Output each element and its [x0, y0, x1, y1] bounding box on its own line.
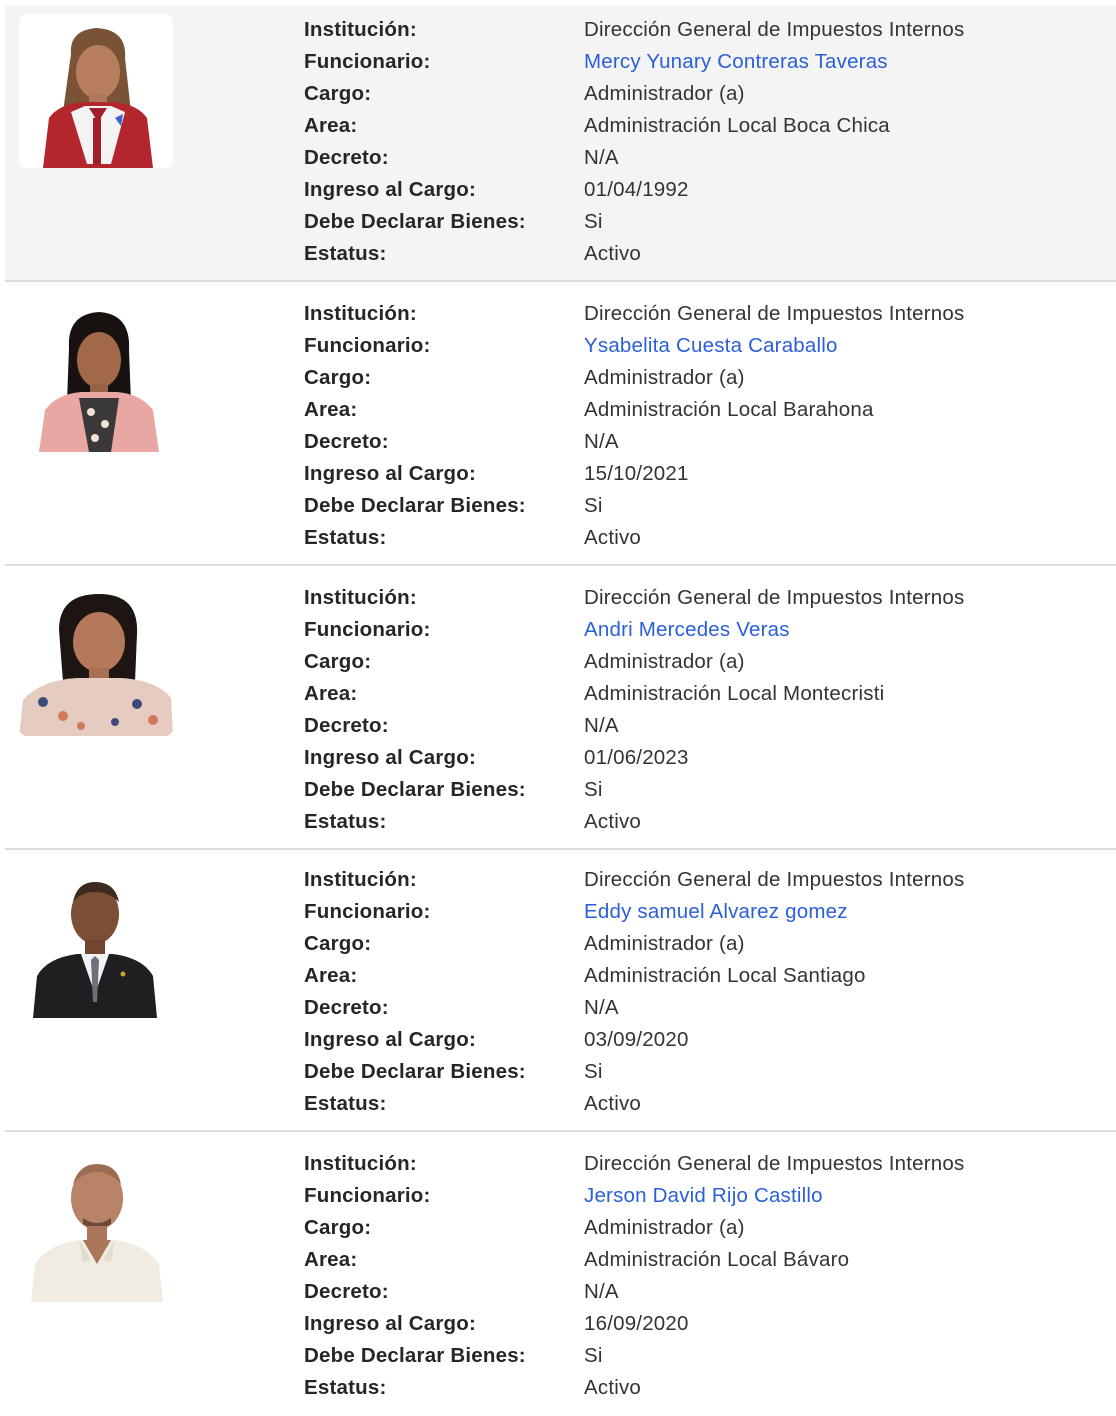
cargo-label: Cargo:	[304, 650, 372, 673]
record-divider	[5, 280, 1116, 282]
funcionario-link[interactable]: Jerson David Rijo Castillo	[584, 1182, 823, 1210]
official-photo	[19, 582, 173, 736]
institucion-value: Dirección General de Impuestos Internos	[584, 868, 965, 891]
official-record: Institución: Dirección General de Impuest…	[5, 290, 1116, 566]
area-label: Area:	[304, 1248, 358, 1271]
funcionario-label: Funcionario:	[304, 1184, 431, 1207]
area-label: Area:	[304, 114, 358, 137]
official-record: Institución: Dirección General de Impuest…	[5, 6, 1116, 282]
man-dark-suit-portrait-icon	[19, 864, 173, 1018]
institucion-value: Dirección General de Impuestos Internos	[584, 302, 965, 325]
declarar-label: Debe Declarar Bienes:	[304, 778, 526, 801]
declarar-value: Si	[584, 1060, 603, 1083]
official-record: Institución: Dirección General de Impuest…	[5, 574, 1116, 850]
area-label: Area:	[304, 398, 358, 421]
declarar-label: Debe Declarar Bienes:	[304, 210, 526, 233]
woman-pink-blazer-portrait-icon	[19, 298, 173, 452]
declarar-label: Debe Declarar Bienes:	[304, 1344, 526, 1367]
record-divider	[5, 564, 1116, 566]
woman-floral-blouse-portrait-icon	[19, 582, 173, 736]
area-label: Area:	[304, 682, 358, 705]
funcionario-link[interactable]: Eddy samuel Alvarez gomez	[584, 898, 848, 926]
ingreso-label: Ingreso al Cargo:	[304, 462, 476, 485]
ingreso-label: Ingreso al Cargo:	[304, 746, 476, 769]
cargo-value: Administrador (a)	[584, 650, 745, 673]
estatus-label: Estatus:	[304, 242, 387, 265]
ingreso-label: Ingreso al Cargo:	[304, 1028, 476, 1051]
cargo-value: Administrador (a)	[584, 82, 745, 105]
ingreso-value: 15/10/2021	[584, 462, 689, 485]
estatus-value: Activo	[584, 810, 642, 833]
area-value: Administración Local Barahona	[584, 398, 874, 421]
area-label: Area:	[304, 964, 358, 987]
decreto-label: Decreto:	[304, 146, 389, 169]
declarar-value: Si	[584, 494, 603, 517]
ingreso-value: 01/04/1992	[584, 178, 689, 201]
estatus-value: Activo	[584, 1092, 642, 1115]
declarar-label: Debe Declarar Bienes:	[304, 494, 526, 517]
estatus-label: Estatus:	[304, 1092, 387, 1115]
cargo-label: Cargo:	[304, 932, 372, 955]
ingreso-value: 16/09/2020	[584, 1312, 689, 1335]
declarar-label: Debe Declarar Bienes:	[304, 1060, 526, 1083]
area-value: Administración Local Bávaro	[584, 1248, 850, 1271]
area-value: Administración Local Santiago	[584, 964, 866, 987]
institucion-label: Institución:	[304, 1152, 417, 1175]
decreto-value: N/A	[584, 430, 619, 453]
decreto-value: N/A	[584, 146, 619, 169]
institucion-label: Institución:	[304, 302, 417, 325]
cargo-value: Administrador (a)	[584, 932, 745, 955]
decreto-label: Decreto:	[304, 714, 389, 737]
funcionario-link[interactable]: Andri Mercedes Veras	[584, 616, 790, 644]
estatus-label: Estatus:	[304, 526, 387, 549]
official-record: Institución: Dirección General de Impuest…	[5, 856, 1116, 1132]
official-photo	[19, 298, 173, 452]
cargo-label: Cargo:	[304, 366, 372, 389]
funcionario-label: Funcionario:	[304, 900, 431, 923]
official-photo	[19, 1148, 173, 1302]
institucion-label: Institución:	[304, 586, 417, 609]
ingreso-label: Ingreso al Cargo:	[304, 1312, 476, 1335]
institucion-value: Dirección General de Impuestos Internos	[584, 586, 965, 609]
ingreso-value: 03/09/2020	[584, 1028, 689, 1051]
cargo-value: Administrador (a)	[584, 1216, 745, 1239]
funcionario-label: Funcionario:	[304, 50, 431, 73]
estatus-label: Estatus:	[304, 1376, 387, 1399]
record-divider	[5, 848, 1116, 850]
estatus-value: Activo	[584, 1376, 642, 1399]
estatus-value: Activo	[584, 242, 642, 265]
institucion-label: Institución:	[304, 18, 417, 41]
decreto-label: Decreto:	[304, 1280, 389, 1303]
official-photo	[19, 14, 173, 168]
funcionario-label: Funcionario:	[304, 334, 431, 357]
declarar-value: Si	[584, 1344, 603, 1367]
ingreso-label: Ingreso al Cargo:	[304, 178, 476, 201]
estatus-label: Estatus:	[304, 810, 387, 833]
decreto-value: N/A	[584, 996, 619, 1019]
decreto-label: Decreto:	[304, 996, 389, 1019]
funcionario-link[interactable]: Ysabelita Cuesta Caraballo	[584, 332, 838, 360]
estatus-value: Activo	[584, 526, 642, 549]
woman-red-jacket-portrait-icon	[19, 14, 173, 168]
funcionario-link[interactable]: Mercy Yunary Contreras Taveras	[584, 48, 888, 76]
official-record: Institución: Dirección General de Impuest…	[5, 1140, 1116, 1416]
area-value: Administración Local Boca Chica	[584, 114, 890, 137]
decreto-value: N/A	[584, 714, 619, 737]
decreto-value: N/A	[584, 1280, 619, 1303]
decreto-label: Decreto:	[304, 430, 389, 453]
record-divider	[5, 1130, 1116, 1132]
cargo-value: Administrador (a)	[584, 366, 745, 389]
cargo-label: Cargo:	[304, 1216, 372, 1239]
institucion-value: Dirección General de Impuestos Internos	[584, 1152, 965, 1175]
declarar-value: Si	[584, 778, 603, 801]
funcionario-label: Funcionario:	[304, 618, 431, 641]
institucion-value: Dirección General de Impuestos Internos	[584, 18, 965, 41]
ingreso-value: 01/06/2023	[584, 746, 689, 769]
cargo-label: Cargo:	[304, 82, 372, 105]
official-photo	[19, 864, 173, 1018]
institucion-label: Institución:	[304, 868, 417, 891]
declarar-value: Si	[584, 210, 603, 233]
man-white-shirt-portrait-icon	[19, 1148, 173, 1302]
area-value: Administración Local Montecristi	[584, 682, 885, 705]
